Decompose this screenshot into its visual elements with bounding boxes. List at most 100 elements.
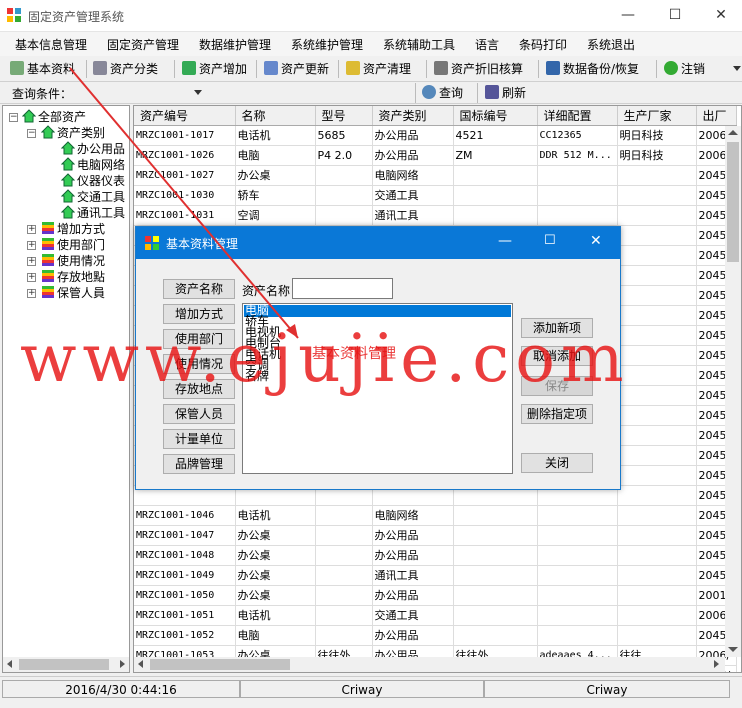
toolbar-asset-add[interactable]: 资产增加 [182,59,247,79]
column-header[interactable]: 名称 [235,106,316,126]
close-button[interactable]: ✕ [698,0,742,31]
scroll-right-icon[interactable] [120,660,125,668]
menu-basic-info[interactable]: 基本信息管理 [15,36,87,53]
maximize-button[interactable]: ☐ [652,0,698,31]
apple-icon [41,269,55,283]
dlg-asset-name-button[interactable]: 资产名称 [163,279,235,299]
grid-vertical-scrollbar[interactable] [725,126,741,657]
tree-node-custodian[interactable]: 保管人員 [41,285,105,301]
home-icon [60,157,76,171]
column-header[interactable]: 出厂 [696,106,737,126]
scroll-thumb[interactable] [150,659,290,670]
toolbar-logout[interactable]: 注销 [664,59,705,79]
table-row[interactable]: MRZC1001-1052 电脑 办公用品 2045/ [134,625,737,646]
table-row[interactable]: MRZC1001-1027 办公桌 电脑网络 2045/ [134,165,737,186]
table-cell [537,165,618,186]
tree-collapse-toggle[interactable]: − [9,113,18,122]
menu-fixed-assets[interactable]: 固定资产管理 [107,36,179,53]
list-selection-highlight [244,305,511,317]
column-header[interactable]: 生产厂家 [617,106,697,126]
scroll-left-icon[interactable] [138,660,143,668]
column-header[interactable]: 国标编号 [453,106,538,126]
scroll-up-icon[interactable] [728,130,738,135]
dialog-maximize-button[interactable]: ☐ [544,233,556,248]
tree-node-all-assets[interactable]: 全部资产 [21,109,86,125]
toolbar-backup-restore[interactable]: 数据备份/恢复 [546,59,639,79]
delete-item-button[interactable]: 删除指定项 [521,404,593,424]
backup-icon [546,61,560,75]
asset-name-label: 资产名称 [242,284,291,298]
menu-system-exit[interactable]: 系统退出 [587,36,635,53]
tree-node-add-method[interactable]: 增加方式 [41,221,105,237]
table-row[interactable]: MRZC1001-1048 办公桌 办公用品 2045/ [134,545,737,566]
table-row[interactable]: MRZC1001-1030 轿车 交通工具 2045/ [134,185,737,206]
apple-icon [41,285,55,299]
asset-name-input[interactable] [292,278,393,299]
tree-node-category-child[interactable]: 通讯工具 [60,205,125,221]
query-condition-select[interactable] [70,84,206,102]
query-search-button[interactable]: 查询 [422,83,463,103]
scroll-down-icon[interactable] [728,647,738,652]
tree-node-location[interactable]: 存放地點 [41,269,105,285]
column-header[interactable]: 资产类别 [372,106,454,126]
tree-collapse-toggle[interactable]: − [27,129,36,138]
table-cell [315,185,373,206]
dlg-custodian-button[interactable]: 保管人员 [163,404,235,424]
tree-horizontal-scrollbar[interactable] [3,657,129,672]
menu-system-tools[interactable]: 系统辅助工具 [383,36,455,53]
toolbar-asset-update[interactable]: 资产更新 [264,59,329,79]
scroll-right-icon[interactable] [714,660,719,668]
table-cell: 办公桌 [235,165,316,186]
tree-node-category-child[interactable]: 办公用品 [60,141,125,157]
scroll-thumb[interactable] [19,659,109,670]
dialog-close-button[interactable]: ✕ [590,233,602,249]
table-row[interactable]: MRZC1001-1026 电脑 P4 2.0 办公用品 ZM DDR 512 M... 明… [134,145,737,166]
tree-expand-toggle[interactable]: + [27,241,36,250]
tree-node-category-child[interactable]: 电脑网络 [60,157,125,173]
tree-expand-toggle[interactable]: + [27,225,36,234]
scroll-left-icon[interactable] [7,660,12,668]
table-row[interactable]: MRZC1001-1017 电话机 5685 办公用品 4521 CC12365 明日科技 2… [134,125,737,146]
table-row[interactable]: MRZC1001-1049 办公桌 通讯工具 2045/ [134,565,737,586]
menu-barcode-print[interactable]: 条码打印 [519,36,567,53]
column-header[interactable]: 资产编号 [134,106,236,126]
toolbar-asset-clear[interactable]: 资产清理 [346,59,411,79]
dialog-minimize-button[interactable]: — [498,233,512,249]
column-header[interactable]: 详细配置 [537,106,618,126]
table-row[interactable]: MRZC1001-1047 办公桌 办公用品 2045/ [134,525,737,546]
dlg-unit-button[interactable]: 计量单位 [163,429,235,449]
tree-expand-toggle[interactable]: + [27,257,36,266]
column-header[interactable]: 型号 [315,106,373,126]
table-cell [617,485,697,506]
table-row[interactable]: MRZC1001-1046 电话机 电脑网络 2045/ [134,505,737,526]
toolbar-overflow-icon[interactable] [733,66,741,71]
toolbar-depreciation[interactable]: 资产折旧核算 [434,59,523,79]
table-cell: 电脑网络 [372,505,454,526]
table-cell [537,205,618,226]
tree-expand-toggle[interactable]: + [27,289,36,298]
toolbar-separator [174,60,175,78]
table-row[interactable]: MRZC1001-1031 空调 通讯工具 2045/ [134,205,737,226]
toolbar-basic-data[interactable]: 基本资料 [10,59,75,79]
toolbar-asset-category[interactable]: 资产分类 [93,59,158,79]
tree-node-asset-category[interactable]: 资产类别 [40,125,105,141]
table-row[interactable]: MRZC1001-1051 电话机 交通工具 2006/ [134,605,737,626]
table-cell [453,605,538,626]
grid-horizontal-scrollbar[interactable] [134,657,725,672]
status-bar: 2016/4/30 0:44:16 Criway Criway [0,676,742,700]
tree-node-usage[interactable]: 使用情况 [41,253,105,269]
minimize-button[interactable]: — [605,0,651,31]
menu-language[interactable]: 语言 [475,36,499,53]
tree-node-department[interactable]: 使用部门 [41,237,105,253]
tree-node-category-child[interactable]: 仪器仪表 [60,173,125,189]
scroll-thumb[interactable] [727,142,739,262]
tree-expand-toggle[interactable]: + [27,273,36,282]
menu-data-maintenance[interactable]: 数据维护管理 [199,36,271,53]
dlg-brand-button[interactable]: 品牌管理 [163,454,235,474]
query-refresh-button[interactable]: 刷新 [485,83,526,103]
dialog-close-action-button[interactable]: 关闭 [521,453,593,473]
table-row[interactable]: MRZC1001-1050 办公桌 办公用品 2001/ [134,585,737,606]
menu-system-maintenance[interactable]: 系统维护管理 [291,36,363,53]
depreciation-icon [434,61,448,75]
tree-node-category-child[interactable]: 交通工具 [60,189,125,205]
